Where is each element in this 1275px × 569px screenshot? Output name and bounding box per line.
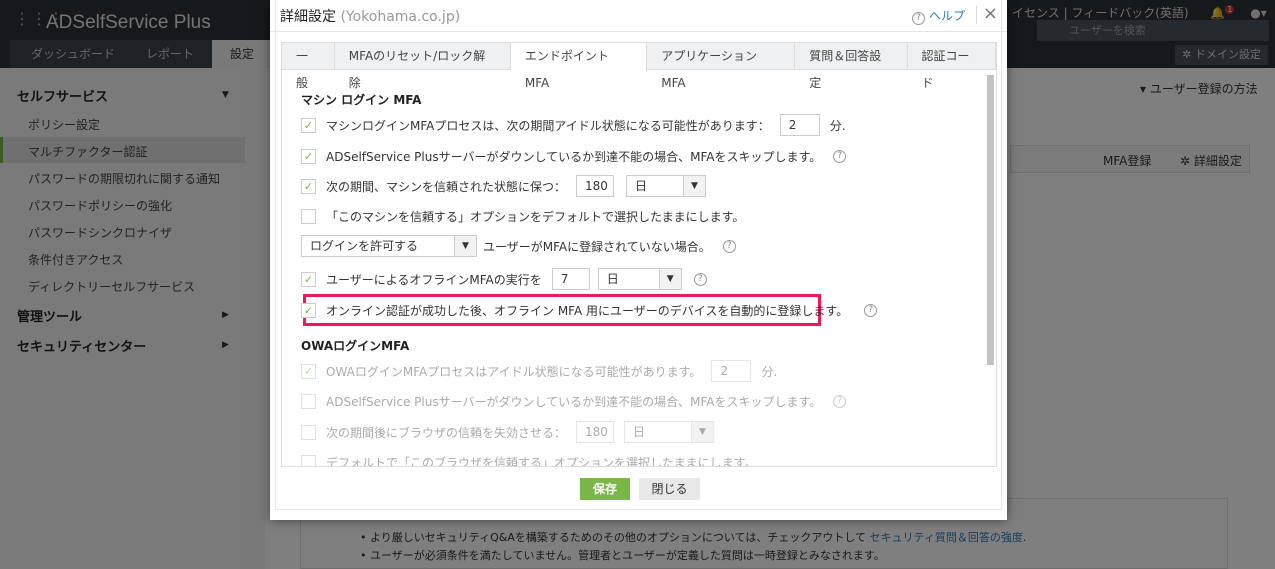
dialog-title: 詳細設定 (Yokohama.co.jp) [280, 9, 461, 25]
chevron-down-icon: ▼ [454, 236, 476, 256]
offline-unit-select[interactable]: 日 ▼ [597, 268, 682, 290]
tab-bar: 一般 MFAのリセット/ロック解除 エンドポイントMFA アプリケーションMFA… [281, 42, 997, 90]
checkbox-auto-enroll-device[interactable]: ✓ [301, 302, 316, 318]
checkbox-skip-mfa[interactable]: ✓ [301, 148, 316, 164]
tab-verification-code[interactable]: 認証コード [908, 43, 996, 90]
endpoint-mfa-panel: マシン ログイン MFA ✓ マシンログインMFAプロセスは、次の期間アイドル状態… [281, 69, 997, 467]
scrollbar[interactable] [987, 75, 994, 365]
help-icon[interactable]: ? [864, 303, 878, 317]
unenrolled-action-select[interactable]: ログインを許可する ▼ [301, 235, 477, 257]
checkbox-offline-mfa[interactable]: ✓ [301, 271, 316, 287]
help-icon[interactable]: ? [833, 394, 847, 408]
advanced-settings-dialog: 詳細設定 (Yokohama.co.jp) ? ヘルプ × 一般 MFAのリセット… [270, 0, 1007, 520]
tab-qa-settings[interactable]: 質問＆回答設定 [795, 43, 908, 90]
help-icon[interactable]: ? [693, 272, 707, 286]
chevron-down-icon: ▼ [691, 422, 714, 442]
tab-general[interactable]: 一般 [282, 43, 335, 90]
checkbox-idle[interactable]: ✓ [301, 117, 316, 133]
idle-minutes-input[interactable]: 2 [779, 114, 820, 136]
owa-login-heading: OWAログインMFA [301, 339, 410, 353]
help-icon[interactable]: ? [722, 239, 736, 253]
chevron-down-icon: ▼ [683, 176, 706, 196]
tab-application-mfa[interactable]: アプリケーションMFA [647, 43, 796, 90]
checkbox-owa-idle[interactable]: ✓ [301, 363, 316, 379]
checkbox-trust-machine[interactable]: ✓ [301, 178, 316, 194]
close-button[interactable]: 閉じる [639, 478, 700, 500]
help-icon: ? [911, 12, 925, 25]
checkbox-owa-skip[interactable] [301, 393, 316, 409]
checkbox-owa-default-trust[interactable] [301, 454, 316, 466]
divider [270, 31, 1007, 32]
dialog-domain: (Yokohama.co.jp) [340, 9, 461, 25]
help-link[interactable]: ? ヘルプ [911, 7, 965, 25]
offline-period-input[interactable]: 7 [551, 268, 590, 290]
close-icon[interactable]: × [983, 3, 998, 24]
checkbox-default-trust[interactable] [301, 208, 316, 224]
owa-idle-input[interactable]: 2 [711, 360, 752, 382]
save-button[interactable]: 保存 [580, 478, 630, 500]
checkbox-owa-browser-trust[interactable] [301, 424, 316, 440]
tab-endpoint-mfa[interactable]: エンドポイントMFA [510, 43, 648, 90]
tab-mfa-reset[interactable]: MFAのリセット/ロック解除 [335, 43, 511, 90]
trust-unit-select[interactable]: 日 ▼ [626, 175, 707, 197]
help-icon[interactable]: ? [833, 149, 847, 163]
owa-trust-unit-select[interactable]: 日 ▼ [624, 421, 715, 443]
chevron-down-icon: ▼ [658, 269, 681, 289]
owa-trust-input[interactable]: 180 [576, 421, 615, 443]
machine-login-heading: マシン ログイン MFA [301, 93, 422, 107]
trust-period-input[interactable]: 180 [576, 175, 615, 197]
